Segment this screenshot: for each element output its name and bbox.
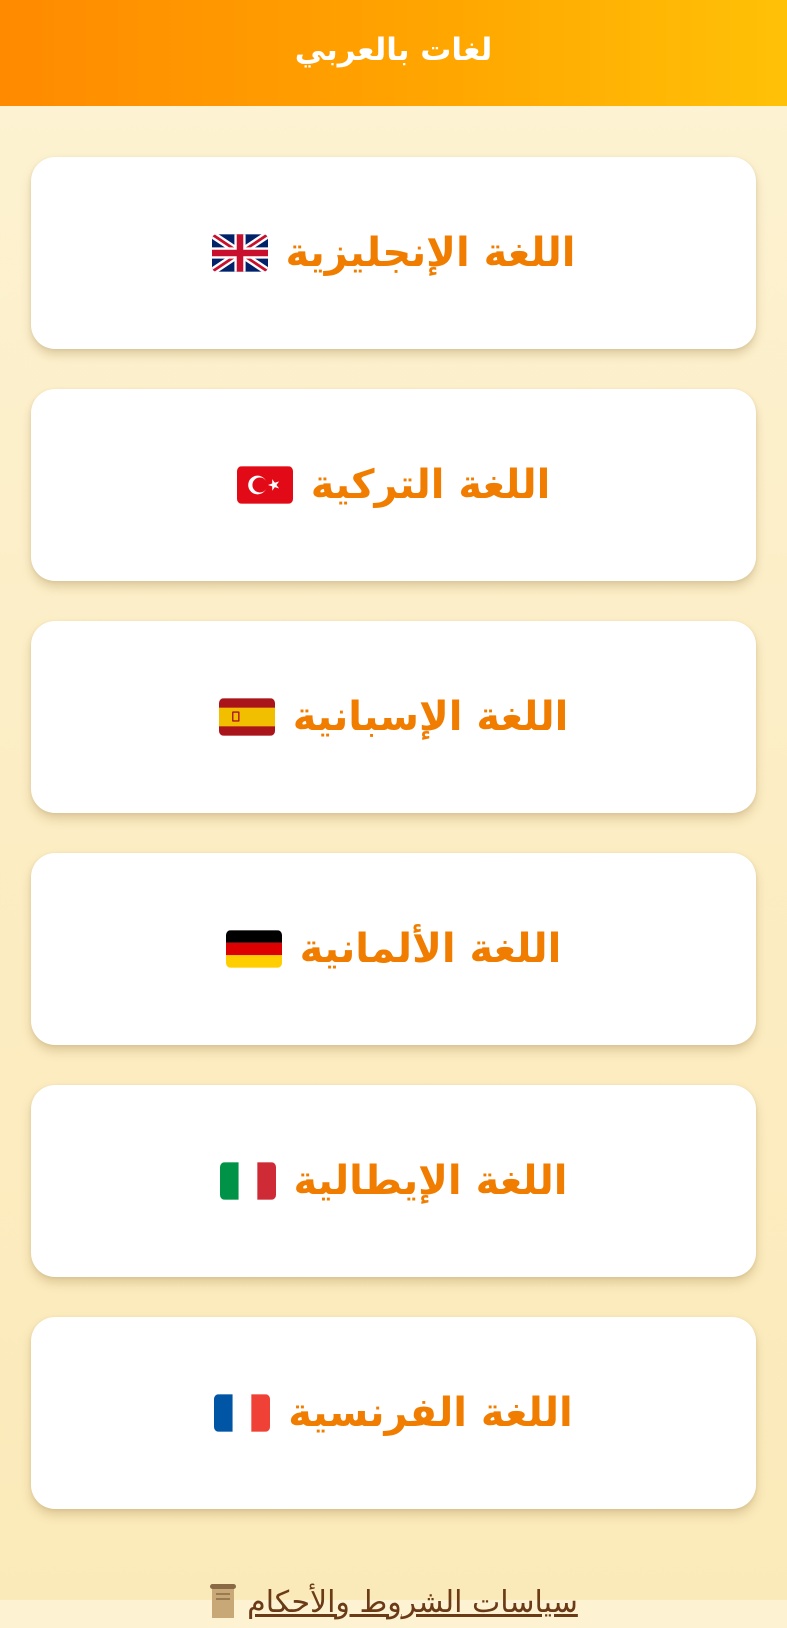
language-label: اللغة الألمانية xyxy=(299,926,562,972)
language-label: اللغة الإيطالية xyxy=(293,1158,568,1204)
language-label: اللغة الإنجليزية xyxy=(285,230,576,276)
scroll-icon xyxy=(209,1584,237,1620)
germany-flag-icon xyxy=(225,930,282,968)
spain-flag-icon xyxy=(218,698,275,736)
language-card-german[interactable]: اللغة الألمانية xyxy=(31,853,756,1045)
app-bar: لغات بالعربي xyxy=(0,0,787,106)
language-label: اللغة التركية xyxy=(310,462,551,508)
app-title: لغات بالعربي xyxy=(294,32,493,68)
language-card-french[interactable]: اللغة الفرنسية xyxy=(31,1317,756,1509)
terms-policy-label: سياسات الشروط والأحكام xyxy=(247,1584,578,1620)
language-list: اللغة الإنجليزية اللغة التركية اللغة الإ… xyxy=(31,157,756,1549)
language-label: اللغة الفرنسية xyxy=(288,1390,573,1436)
language-card-english[interactable]: اللغة الإنجليزية xyxy=(31,157,756,349)
turkey-flag-icon xyxy=(236,466,293,504)
france-flag-icon xyxy=(214,1394,271,1432)
language-card-turkish[interactable]: اللغة التركية xyxy=(31,389,756,581)
language-card-italian[interactable]: اللغة الإيطالية xyxy=(31,1085,756,1277)
uk-flag-icon xyxy=(211,234,268,272)
terms-policy-link[interactable]: سياسات الشروط والأحكام xyxy=(0,1584,787,1620)
language-card-spanish[interactable]: اللغة الإسبانية xyxy=(31,621,756,813)
language-label: اللغة الإسبانية xyxy=(292,694,569,740)
italy-flag-icon xyxy=(219,1162,276,1200)
